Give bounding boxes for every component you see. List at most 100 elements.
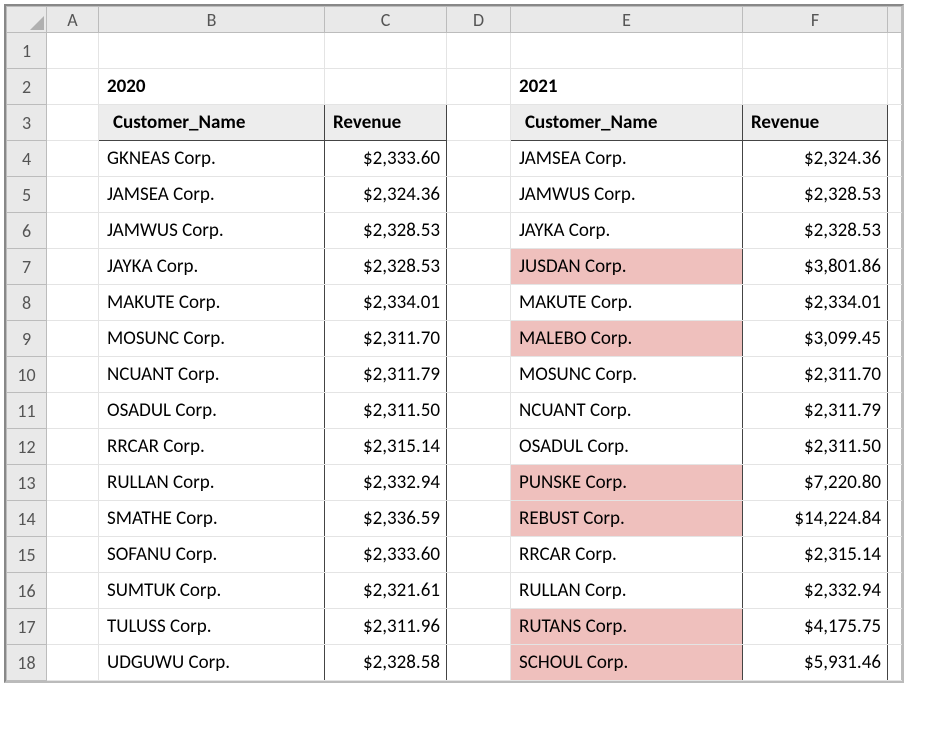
row-header-5[interactable]: 5: [7, 177, 47, 213]
row-header-9[interactable]: 9: [7, 321, 47, 357]
right-rev-12[interactable]: $2,311.50: [743, 429, 888, 465]
row-header-17[interactable]: 17: [7, 609, 47, 645]
right-name-8[interactable]: MAKUTE Corp.: [511, 285, 743, 321]
right-rev-17[interactable]: $4,175.75: [743, 609, 888, 645]
left-rev-18[interactable]: $2,328.58: [325, 645, 447, 681]
left-rev-14[interactable]: $2,336.59: [325, 501, 447, 537]
cell-D14[interactable]: [447, 501, 511, 537]
row-16[interactable]: 16SUMTUK Corp.$2,321.61RULLAN Corp.$2,33…: [7, 573, 902, 609]
left-name-11[interactable]: OSADUL Corp.: [99, 393, 325, 429]
cell-A7[interactable]: [47, 249, 99, 285]
row-10[interactable]: 10NCUANT Corp.$2,311.79MOSUNC Corp.$2,31…: [7, 357, 902, 393]
row-17[interactable]: 17 TULUSS Corp.$2,311.96 RUTANS Corp.$4,17…: [7, 609, 902, 645]
row-header-8[interactable]: 8: [7, 285, 47, 321]
right-rev-13[interactable]: $7,220.80: [743, 465, 888, 501]
left-name-9[interactable]: MOSUNC Corp.: [99, 321, 325, 357]
select-all-corner[interactable]: [7, 7, 47, 33]
row-header-2[interactable]: 2: [7, 69, 47, 105]
cell-A1[interactable]: [47, 33, 99, 69]
spreadsheet[interactable]: A B C D E F 1 2 2020 2021 3 Customer_Nam…: [4, 4, 904, 683]
row-2[interactable]: 2 2020 2021: [7, 69, 902, 105]
right-header-name[interactable]: Customer_Name: [511, 105, 743, 141]
right-rev-9[interactable]: $3,099.45: [743, 321, 888, 357]
cell-E2-year-right[interactable]: 2021: [511, 69, 743, 105]
right-rev-11[interactable]: $2,311.79: [743, 393, 888, 429]
left-rev-4[interactable]: $2,333.60: [325, 141, 447, 177]
right-header-rev[interactable]: Revenue: [743, 105, 888, 141]
left-header-rev[interactable]: Revenue: [325, 105, 447, 141]
cell-A15[interactable]: [47, 537, 99, 573]
right-name-4[interactable]: JAMSEA Corp.: [511, 141, 743, 177]
right-rev-18[interactable]: $5,931.46: [743, 645, 888, 681]
right-name-12[interactable]: OSADUL Corp.: [511, 429, 743, 465]
right-rev-4[interactable]: $2,324.36: [743, 141, 888, 177]
cell-C1[interactable]: [325, 33, 447, 69]
right-rev-10[interactable]: $2,311.70: [743, 357, 888, 393]
cell-D8[interactable]: [447, 285, 511, 321]
cell-F1[interactable]: [743, 33, 888, 69]
cell-A3[interactable]: [47, 105, 99, 141]
row-header-15[interactable]: 15: [7, 537, 47, 573]
cell-D4[interactable]: [447, 141, 511, 177]
row-header-13[interactable]: 13: [7, 465, 47, 501]
left-name-17[interactable]: TULUSS Corp.: [99, 609, 325, 645]
row-header-11[interactable]: 11: [7, 393, 47, 429]
row-header-1[interactable]: 1: [7, 33, 47, 69]
right-name-17[interactable]: RUTANS Corp.: [511, 609, 743, 645]
column-header-row[interactable]: A B C D E F: [7, 7, 902, 33]
row-6[interactable]: 6JAMWUS Corp.$2,328.53JAYKA Corp.$2,328.…: [7, 213, 902, 249]
left-rev-10[interactable]: $2,311.79: [325, 357, 447, 393]
right-name-15[interactable]: RRCAR Corp.: [511, 537, 743, 573]
cell-A12[interactable]: [47, 429, 99, 465]
row-12[interactable]: 12RRCAR Corp.$2,315.14OSADUL Corp.$2,311…: [7, 429, 902, 465]
right-name-9[interactable]: MALEBO Corp.: [511, 321, 743, 357]
cell-D6[interactable]: [447, 213, 511, 249]
left-name-10[interactable]: NCUANT Corp.: [99, 357, 325, 393]
cell-A11[interactable]: [47, 393, 99, 429]
row-1[interactable]: 1: [7, 33, 902, 69]
right-name-13[interactable]: PUNSKE Corp.: [511, 465, 743, 501]
left-rev-5[interactable]: $2,324.36: [325, 177, 447, 213]
cell-A2[interactable]: [47, 69, 99, 105]
right-name-6[interactable]: JAYKA Corp.: [511, 213, 743, 249]
left-name-4[interactable]: GKNEAS Corp.: [99, 141, 325, 177]
row-header-12[interactable]: 12: [7, 429, 47, 465]
cell-D11[interactable]: [447, 393, 511, 429]
left-name-16[interactable]: SUMTUK Corp.: [99, 573, 325, 609]
left-name-12[interactable]: RRCAR Corp.: [99, 429, 325, 465]
row-3[interactable]: 3 Customer_Name Revenue Customer_Name Re…: [7, 105, 902, 141]
col-header-F[interactable]: F: [743, 7, 888, 33]
col-header-D[interactable]: D: [447, 7, 511, 33]
right-rev-8[interactable]: $2,334.01: [743, 285, 888, 321]
col-header-E[interactable]: E: [511, 7, 743, 33]
row-header-3[interactable]: 3: [7, 105, 47, 141]
left-rev-16[interactable]: $2,321.61: [325, 573, 447, 609]
left-rev-13[interactable]: $2,332.94: [325, 465, 447, 501]
left-name-18[interactable]: UDGUWU Corp.: [99, 645, 325, 681]
left-rev-17[interactable]: $2,311.96: [325, 609, 447, 645]
left-name-5[interactable]: JAMSEA Corp.: [99, 177, 325, 213]
left-rev-11[interactable]: $2,311.50: [325, 393, 447, 429]
right-rev-7[interactable]: $3,801.86: [743, 249, 888, 285]
cell-A10[interactable]: [47, 357, 99, 393]
row-header-18[interactable]: 18: [7, 645, 47, 681]
cell-D18[interactable]: [447, 645, 511, 681]
right-name-10[interactable]: MOSUNC Corp.: [511, 357, 743, 393]
row-header-7[interactable]: 7: [7, 249, 47, 285]
left-name-7[interactable]: JAYKA Corp.: [99, 249, 325, 285]
col-header-B[interactable]: B: [99, 7, 325, 33]
cell-D15[interactable]: [447, 537, 511, 573]
left-rev-8[interactable]: $2,334.01: [325, 285, 447, 321]
left-name-14[interactable]: SMATHE Corp.: [99, 501, 325, 537]
row-11[interactable]: 11OSADUL Corp.$2,311.50NCUANT Corp.$2,31…: [7, 393, 902, 429]
cell-D1[interactable]: [447, 33, 511, 69]
left-rev-7[interactable]: $2,328.53: [325, 249, 447, 285]
cell-A6[interactable]: [47, 213, 99, 249]
cell-D2[interactable]: [447, 69, 511, 105]
right-name-5[interactable]: JAMWUS Corp.: [511, 177, 743, 213]
cell-D13[interactable]: [447, 465, 511, 501]
cell-A13[interactable]: [47, 465, 99, 501]
cell-A5[interactable]: [47, 177, 99, 213]
cell-A4[interactable]: [47, 141, 99, 177]
col-header-A[interactable]: A: [47, 7, 99, 33]
